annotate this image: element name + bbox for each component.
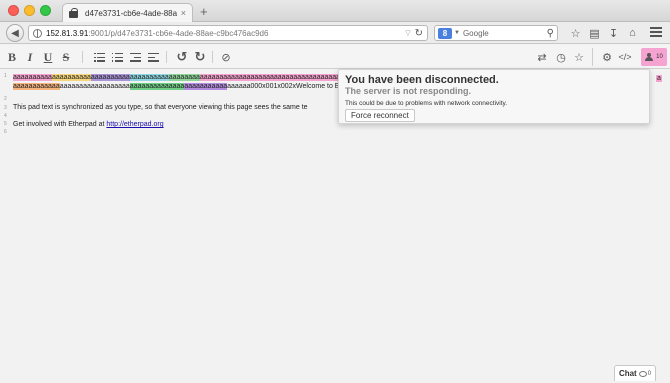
home-icon[interactable]: ⌂ <box>623 24 642 42</box>
tab-close-icon[interactable]: × <box>181 8 186 18</box>
author-segment: aaaaaaaaaaaa <box>13 83 60 90</box>
url-host: 152.81.3.91 <box>46 28 89 38</box>
menu-icon[interactable] <box>650 27 662 37</box>
toolbar-separator <box>592 48 593 66</box>
zoom-window-button[interactable] <box>40 5 51 16</box>
toolbar-separator <box>82 51 83 63</box>
author-segment: aaaaaaaaaaaaaaaaaa <box>59 83 130 90</box>
line-number: 1 <box>4 73 7 79</box>
outdent-button[interactable] <box>146 49 160 65</box>
search-icon[interactable]: ⚲ <box>547 28 554 39</box>
url-dropdown-icon[interactable]: ▽ <box>405 29 410 37</box>
popup-title: You have been disconnected. <box>345 74 499 86</box>
embed-icon: </> <box>618 52 632 62</box>
new-tab-button[interactable]: + <box>200 4 208 19</box>
clear-authorship-button[interactable]: ⊘ <box>219 49 233 65</box>
settings-button[interactable]: ⚙ <box>600 49 614 65</box>
star-icon[interactable]: ☆ <box>566 24 585 42</box>
pad-line-1: aaaaaaaaaaaaaaaaaaaaaaaaaaaaaaaaaaaaaaaa… <box>13 74 387 81</box>
pad-line-1-wrap: aaaaaaaaaaaaaaaaaaaaaaaaaaaaaaaaaaaaaaaa… <box>13 83 363 90</box>
timeslider-icon: ◷ <box>556 51 566 64</box>
clear-authorship-icon: ⊘ <box>221 51 231 64</box>
users-button[interactable]: 10 <box>641 48 667 66</box>
back-button[interactable]: ◀ <box>6 24 24 42</box>
settings-gear-icon: ⚙ <box>602 51 612 64</box>
undo-icon: ↺ <box>176 49 188 64</box>
line-number: 4 <box>4 113 7 119</box>
browser-navbar: ◀ 152.81.3.91 :9001/p/d47e3731-cb6e-4ade… <box>0 22 670 44</box>
download-icon[interactable]: ↧ <box>604 24 623 42</box>
back-arrow-icon: ◀ <box>11 27 19 39</box>
users-count: 10 <box>656 54 663 60</box>
minimize-window-button[interactable] <box>24 5 35 16</box>
redo-icon: ↻ <box>194 49 206 64</box>
ordered-list-button[interactable] <box>92 49 106 65</box>
chat-label: Chat <box>618 369 637 378</box>
star-icon: ☆ <box>574 51 584 64</box>
strikethrough-button[interactable]: S <box>59 49 73 65</box>
unordered-list-icon <box>111 52 123 62</box>
line-number: 6 <box>4 129 7 135</box>
browser-toolbar-icons: ☆ ▤ ↧ ⌂ <box>566 24 642 42</box>
bold-button[interactable]: B <box>5 49 19 65</box>
line-number: 5 <box>4 121 7 127</box>
author-segment: aaaaaaaaaa <box>129 74 169 81</box>
popup-message: This could be due to problems with netwo… <box>345 100 508 107</box>
pad-line-5-text: Get involved with Etherpad at <box>13 121 107 128</box>
force-reconnect-button[interactable]: Force reconnect <box>345 109 415 122</box>
import-export-icon: ⇄ <box>537 51 547 64</box>
etherpad-link[interactable]: http://etherpad.org <box>106 121 163 128</box>
lock-bag-icon <box>69 8 78 18</box>
author-segment: aaaaaaaaaaaaaa <box>129 83 185 90</box>
search-engine-icon[interactable]: 8 <box>438 27 452 39</box>
redo-button[interactable]: ↻ <box>193 49 207 65</box>
close-window-button[interactable] <box>8 5 19 16</box>
search-bar[interactable]: 8 ▼ Google ⚲ <box>434 25 558 41</box>
url-path: :9001/p/d47e3731-cb6e-4ade-88ae-c9bc476a… <box>88 28 269 38</box>
undo-button[interactable]: ↺ <box>175 49 189 65</box>
indent-button[interactable] <box>128 49 142 65</box>
ordered-list-icon <box>93 52 105 62</box>
italic-button[interactable]: I <box>23 49 37 65</box>
chat-button[interactable]: Chat 0 <box>614 365 656 381</box>
reading-list-icon[interactable]: ▤ <box>585 24 604 42</box>
timeslider-button[interactable]: ◷ <box>554 49 568 65</box>
tab-title: d47e3731-cb6e-4ade-88ae-... <box>85 8 177 18</box>
author-segment: aaaaaaaaaa <box>13 74 52 81</box>
line-number: 2 <box>4 96 7 102</box>
url-bar[interactable]: 152.81.3.91 :9001/p/d47e3731-cb6e-4ade-8… <box>28 25 428 41</box>
chat-count: 0 <box>647 370 652 377</box>
chat-bubble-icon <box>638 370 647 377</box>
author-segment: aaaaaaaaaa <box>90 74 130 81</box>
author-segment: aaaaaaaa <box>168 74 200 81</box>
toolbar-separator <box>212 51 213 63</box>
author-segment: aaaaaaaaaa <box>51 74 91 81</box>
disconnected-popup: You have been disconnected. The server i… <box>338 69 650 124</box>
pad-line-3: This pad text is synchronized as you typ… <box>13 104 308 111</box>
search-input[interactable]: Google <box>463 29 547 38</box>
users-icon <box>645 53 655 61</box>
saved-revision-button[interactable]: ☆ <box>572 49 586 65</box>
underline-button[interactable]: U <box>41 49 55 65</box>
etherpad-toolbar: B I U S ↺ ↻ ⊘ ⇄ ◷ ☆ ⚙ </> 10 <box>0 45 670 69</box>
browser-titlebar: d47e3731-cb6e-4ade-88ae-... × + <box>0 0 670 22</box>
author-segment: aaaaaaaaaaa <box>184 83 228 90</box>
reload-icon[interactable]: ↻ <box>415 28 423 39</box>
line-number: 3 <box>4 105 7 111</box>
globe-icon <box>33 28 42 38</box>
indent-icon <box>129 52 141 62</box>
search-engine-dropdown-icon[interactable]: ▼ <box>454 30 460 36</box>
toolbar-separator <box>166 51 167 63</box>
author-segment: a <box>656 75 662 82</box>
embed-button[interactable]: </> <box>618 49 632 65</box>
import-export-button[interactable]: ⇄ <box>535 49 549 65</box>
browser-tab[interactable]: d47e3731-cb6e-4ade-88ae-... × <box>62 3 193 22</box>
unordered-list-button[interactable] <box>110 49 124 65</box>
popup-subtitle: The server is not responding. <box>345 86 472 96</box>
outdent-icon <box>147 52 159 62</box>
pad-line-5: Get involved with Etherpad at http://eth… <box>13 121 164 128</box>
line-number-gutter: 1 2 3 4 5 6 <box>0 70 12 383</box>
